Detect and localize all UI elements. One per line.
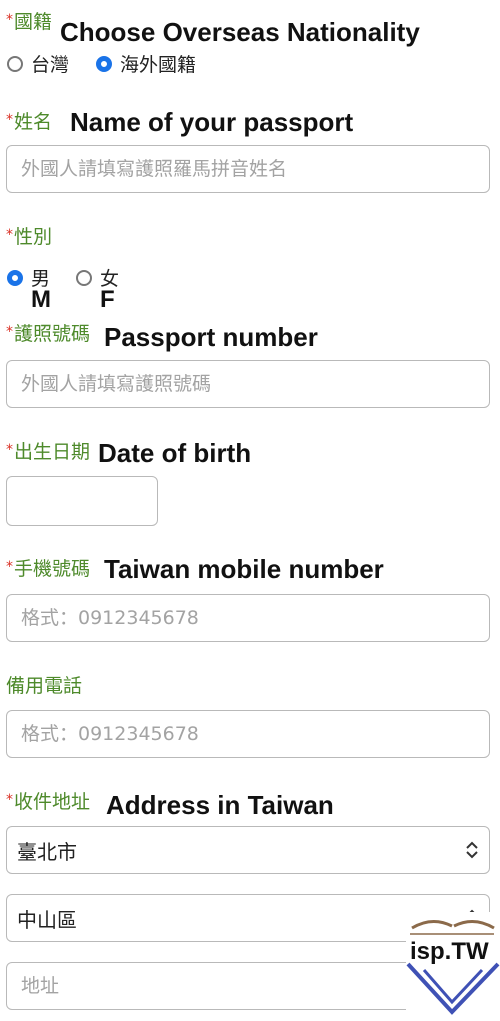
birth-label: *出生日期 [6,441,91,463]
radio-circle-icon[interactable] [7,55,23,72]
radio-taiwan-label: 台灣 [31,54,70,76]
backup-phone-label: 備用電話 [6,675,83,697]
passport-label: *護照號碼 [6,323,91,345]
logo-text: isp.TW [410,938,489,965]
birth-label-en: Date of birth [98,438,252,468]
backup-phone-input[interactable] [6,710,490,758]
nationality-label: *國籍 [6,11,53,33]
city-select[interactable]: 臺北市 [6,826,490,874]
mobile-label: *手機號碼 [6,558,91,580]
female-en-label: F [100,286,115,313]
mobile-input[interactable] [6,594,490,642]
male-en-label: M [31,286,51,313]
address-label: *收件地址 [6,791,91,813]
radio-overseas[interactable]: 海外國籍 [96,50,196,77]
required-mark: * [6,559,13,575]
name-label-en: Name of your passport [70,107,354,137]
required-mark: * [6,324,13,340]
radio-selected-icon[interactable] [96,55,112,72]
city-select-value: 臺北市 [17,839,77,864]
birth-date-input[interactable] [6,476,158,526]
radio-overseas-label: 海外國籍 [120,54,197,76]
passport-input[interactable] [6,360,490,408]
name-input[interactable] [6,145,490,193]
nationality-label-en: Choose Overseas Nationality [60,17,420,47]
name-label: *姓名 [6,111,53,133]
required-mark: * [6,112,13,128]
required-mark: * [6,12,13,28]
address-label-en: Address in Taiwan [106,790,334,820]
mobile-label-en: Taiwan mobile number [104,554,384,584]
passport-label-en: Passport number [104,322,318,352]
radio-circle-icon[interactable] [76,269,92,286]
required-mark: * [6,792,13,808]
chevron-updown-icon [466,841,478,859]
gender-label: *性別 [6,226,53,248]
required-mark: * [6,442,13,458]
required-mark: * [6,227,13,243]
radio-selected-icon[interactable] [7,269,23,286]
district-select-value: 中山區 [17,907,77,932]
isp-tw-logo: isp.TW [406,912,500,1017]
radio-taiwan[interactable]: 台灣 [7,50,69,77]
